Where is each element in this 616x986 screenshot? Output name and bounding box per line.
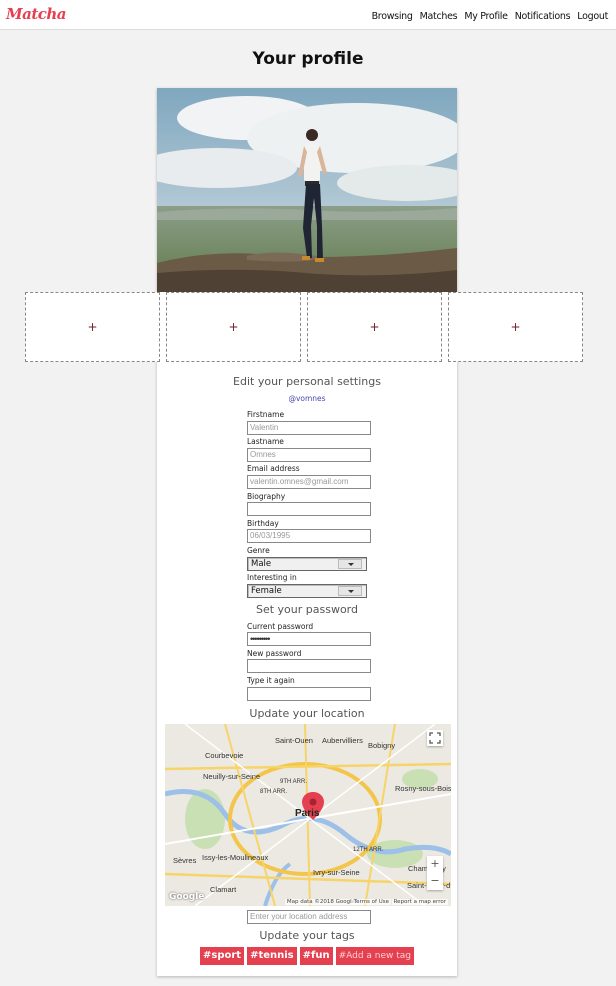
interest-value: Female [251, 586, 282, 596]
map-place-rosny: Rosny-sous-Bois [395, 784, 451, 793]
map-place-saint-ouen: Saint-Ouen [275, 736, 313, 745]
birthday-field[interactable]: 06/03/1995 [247, 529, 371, 543]
map-place-sevres: Sèvres [173, 856, 197, 865]
zoom-in-button[interactable]: + [427, 856, 443, 873]
page-title: Your profile [252, 49, 364, 69]
lastname-field[interactable]: Omnes [247, 448, 371, 462]
chevron-down-icon [338, 559, 362, 569]
add-photo-icon: + [510, 320, 521, 334]
new-password-field[interactable] [247, 659, 371, 673]
map-zoom-controls: + − [427, 856, 443, 890]
photo-upload-slot-2[interactable]: + [166, 292, 301, 362]
current-password-label: Current password [247, 622, 314, 631]
password-heading: Set your password [255, 603, 358, 616]
fullscreen-icon[interactable] [427, 730, 443, 746]
photo-upload-slot-4[interactable]: + [448, 292, 583, 362]
genre-select[interactable]: Male [247, 557, 367, 571]
map-place-aubervilliers: Aubervilliers [322, 736, 363, 745]
genre-value: Male [251, 559, 272, 569]
biography-label: Biography [247, 492, 286, 501]
username-label: @vomnes [288, 394, 326, 403]
add-photo-icon: + [369, 320, 380, 334]
nav-links: Browsing Matches My Profile Notification… [372, 11, 609, 22]
map-data-attribution: Map data ©2018 Google [284, 899, 357, 905]
map-place-issy: Issy-les-Moulineaux [202, 853, 269, 862]
location-address-input[interactable]: Enter your location address [247, 910, 371, 924]
chevron-down-icon [338, 586, 362, 596]
photo-upload-slot-1[interactable]: + [25, 292, 160, 362]
current-password-field[interactable]: ••••••••• [247, 632, 371, 646]
genre-label: Genre [247, 546, 270, 555]
location-heading: Update your location [249, 707, 365, 720]
map-place-paris: Paris [295, 808, 320, 819]
map-place-ivry: Ivry-sur-Seine [313, 868, 360, 877]
top-navbar: Matcha Browsing Matches My Profile Notif… [0, 0, 616, 30]
matcha-logo[interactable]: Matcha [6, 5, 67, 23]
tag-sport[interactable]: #sport [199, 947, 245, 965]
nav-matches[interactable]: Matches [420, 11, 458, 22]
tag-tennis[interactable]: #tennis [247, 947, 297, 965]
new-password-label: New password [247, 649, 302, 658]
nav-browsing[interactable]: Browsing [372, 11, 413, 22]
photo-upload-slot-3[interactable]: + [307, 292, 442, 362]
firstname-label: Firstname [247, 410, 285, 419]
add-photo-icon: + [87, 320, 98, 334]
location-map[interactable]: Saint-Ouen Aubervilliers Bobigny Courbev… [165, 724, 451, 906]
nav-notifications[interactable]: Notifications [515, 11, 571, 22]
nav-my-profile[interactable]: My Profile [464, 11, 508, 22]
email-field[interactable]: valentin.omnes@gmail.com [247, 475, 371, 489]
birthday-label: Birthday [247, 519, 279, 528]
map-terms-link[interactable]: Terms of Use [351, 899, 391, 905]
map-place-12th-arr: 12TH ARR. [353, 847, 384, 853]
profile-photo[interactable] [157, 88, 457, 292]
tag-fun[interactable]: #fun [299, 947, 333, 965]
add-tag-input[interactable]: #Add a new tag [335, 947, 415, 965]
interest-select[interactable]: Female [247, 584, 367, 598]
tags-heading: Update your tags [259, 929, 355, 942]
map-place-neuilly: Neuilly-sur-Seine [203, 772, 261, 781]
add-photo-icon: + [228, 320, 239, 334]
confirm-password-field[interactable] [247, 687, 371, 701]
biography-field[interactable] [247, 502, 371, 516]
personal-settings-heading: Edit your personal settings [233, 375, 381, 388]
map-report-link[interactable]: Report a map error [391, 899, 448, 905]
nav-logout[interactable]: Logout [577, 11, 608, 22]
email-label: Email address [247, 464, 300, 473]
firstname-field[interactable]: Valentin [247, 421, 371, 435]
map-place-8th-arr: 8TH ARR. [260, 789, 288, 795]
map-place-9th-arr: 9TH ARR. [280, 779, 308, 785]
lastname-label: Lastname [247, 437, 284, 446]
map-place-courbevoie: Courbevoie [205, 751, 244, 760]
interest-label: Interesting in [247, 573, 297, 582]
map-place-clamart: Clamart [210, 885, 237, 894]
map-attribution: Map data ©2018 Google Terms of Use Repor… [165, 896, 451, 906]
tags-list: #sport #tennis #fun #Add a new tag [157, 947, 457, 965]
confirm-password-label: Type it again [247, 676, 295, 685]
map-place-bobigny: Bobigny [368, 741, 396, 750]
zoom-out-button[interactable]: − [427, 873, 443, 890]
